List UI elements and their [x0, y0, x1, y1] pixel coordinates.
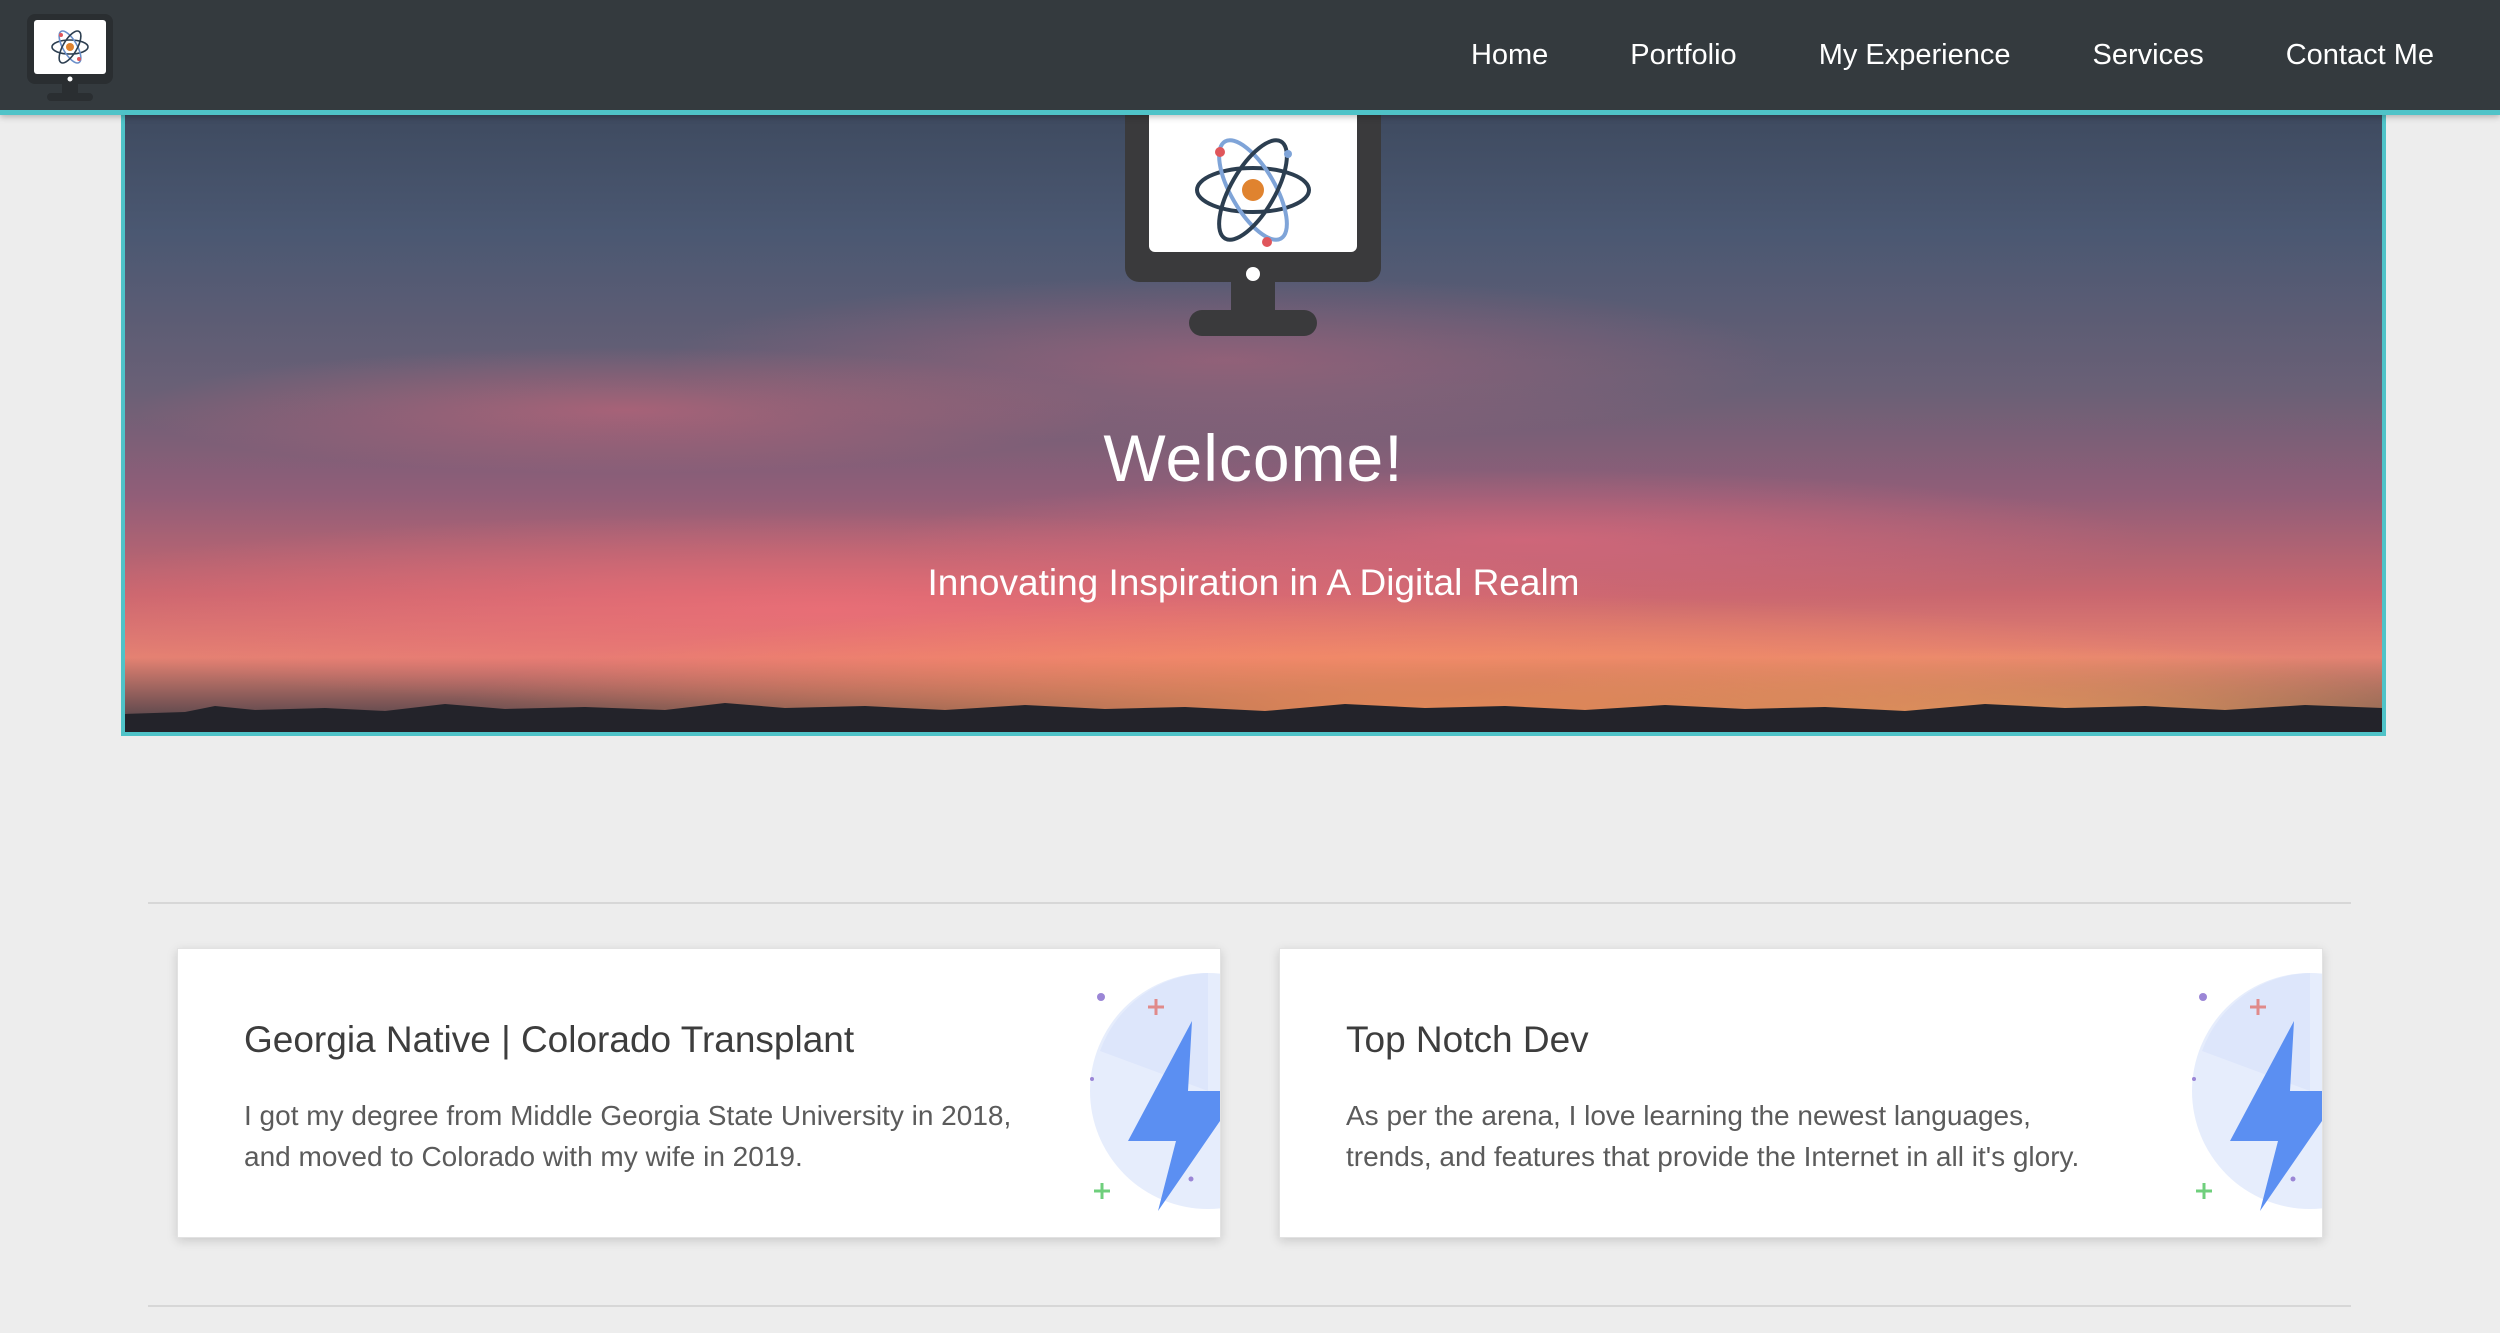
lightning-bolt-icon — [1080, 971, 1220, 1217]
nav-link-home[interactable]: Home — [1430, 0, 1589, 110]
hero-banner: Welcome! Innovating Inspiration in A Dig… — [121, 110, 2386, 736]
logo-monitor-atom-icon[interactable] — [27, 14, 113, 106]
nav-link-portfolio[interactable]: Portfolio — [1589, 0, 1777, 110]
info-card-georgia: Georgia Native | Colorado Transplant I g… — [177, 948, 1221, 1238]
hero-monitor-atom-icon — [1121, 110, 1385, 346]
section-divider-top — [148, 902, 2351, 904]
navbar: Home Portfolio My Experience Services Co… — [0, 0, 2500, 115]
card-text: I got my degree from Middle Georgia Stat… — [244, 1100, 1012, 1172]
nav-link-contact-me[interactable]: Contact Me — [2245, 0, 2500, 110]
section-divider-bottom — [148, 1305, 2351, 1307]
card-title: Georgia Native | Colorado Transplant — [244, 1019, 855, 1060]
hero-title: Welcome! — [1103, 421, 1404, 495]
treeline-silhouette — [125, 703, 2382, 732]
hero-subtitle: Innovating Inspiration in A Digital Real… — [927, 562, 1580, 603]
info-card-top-notch-dev: Top Notch Dev As per the arena, I love l… — [1279, 948, 2323, 1238]
nav-links: Home Portfolio My Experience Services Co… — [1430, 0, 2500, 110]
nav-link-services[interactable]: Services — [2052, 0, 2245, 110]
card-title: Top Notch Dev — [1346, 1019, 1589, 1060]
lightning-bolt-icon — [2182, 971, 2322, 1217]
nav-link-my-experience[interactable]: My Experience — [1778, 0, 2052, 110]
card-text: As per the arena, I love learning the ne… — [1346, 1100, 2080, 1172]
